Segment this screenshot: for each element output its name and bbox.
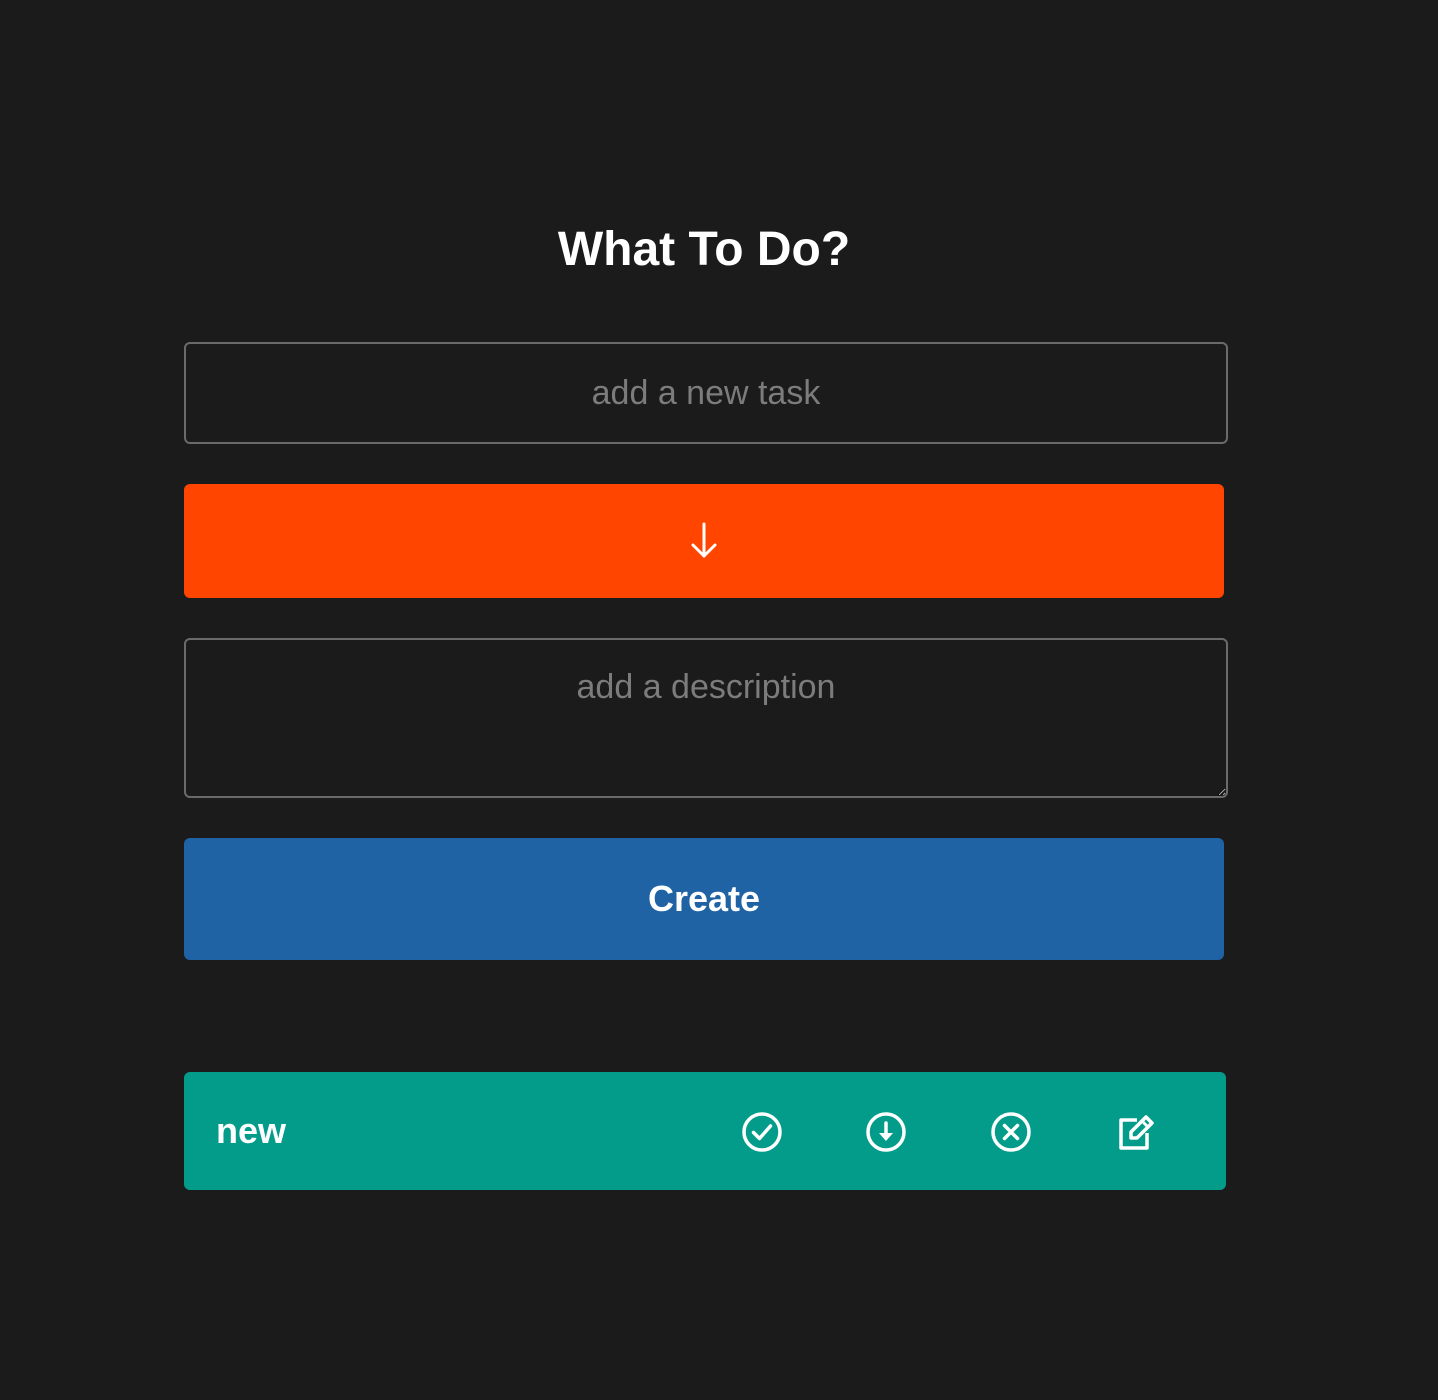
task-name: new [216, 1110, 287, 1151]
create-button[interactable]: Create [184, 838, 1224, 960]
arrow-down-icon [691, 522, 717, 558]
complete-task-button[interactable] [741, 1111, 783, 1153]
create-button-label: Create [647, 878, 761, 919]
lower-priority-button[interactable] [865, 1111, 907, 1153]
page-title: What To Do? [557, 223, 851, 276]
task-item: new [184, 1072, 1226, 1190]
priority-button[interactable] [184, 484, 1224, 598]
x-circle-icon [991, 1112, 1031, 1152]
edit-task-button[interactable] [1115, 1111, 1157, 1153]
arrow-down-circle-icon [866, 1112, 906, 1152]
task-title-input[interactable] [184, 342, 1228, 444]
todo-app: What To Do? Create new [0, 0, 1438, 1400]
edit-icon [1119, 1115, 1154, 1150]
check-circle-icon [742, 1112, 782, 1152]
delete-task-button[interactable] [990, 1111, 1032, 1153]
description-input[interactable] [184, 638, 1228, 798]
